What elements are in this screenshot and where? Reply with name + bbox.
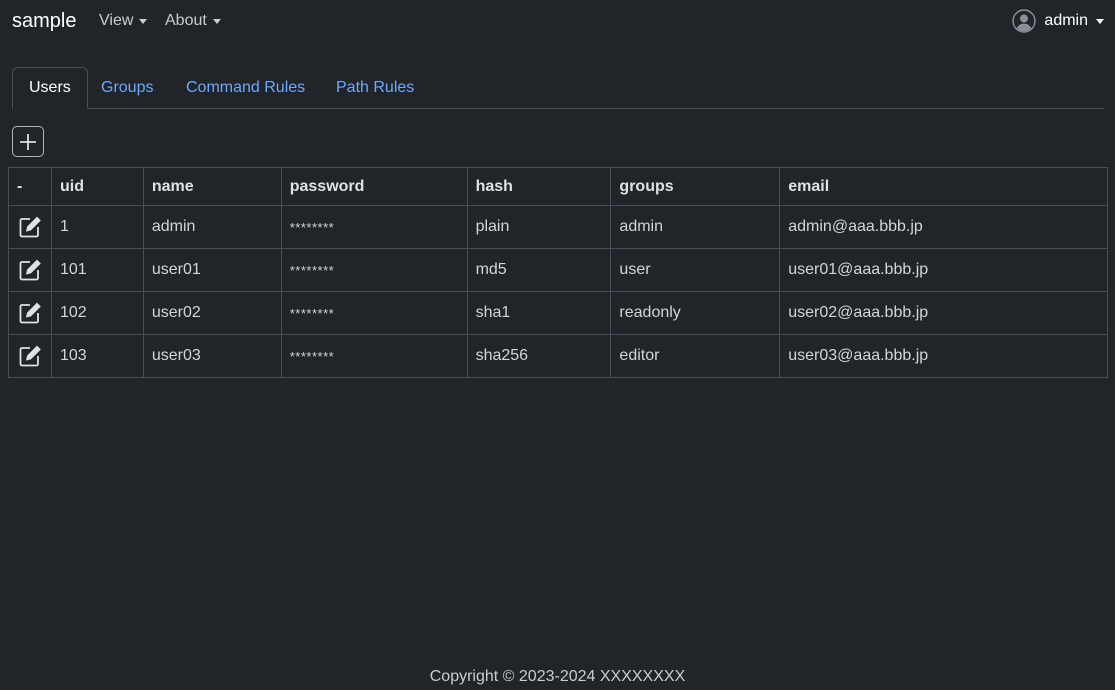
cell-name: user01 [142, 248, 282, 292]
column-header-name[interactable]: name [142, 167, 282, 206]
person-circle-icon [1012, 9, 1037, 33]
table-row: 103 user03 ******** sha256 editor user03… [8, 334, 1108, 378]
edit-cell [8, 205, 52, 249]
pencil-square-icon [19, 302, 41, 324]
caret-down-icon [1096, 18, 1104, 24]
caret-down-icon [139, 18, 148, 24]
brand-title[interactable]: sample [12, 10, 76, 33]
cell-groups: editor [610, 334, 781, 378]
cell-uid: 101 [50, 248, 144, 292]
column-header-email[interactable]: email [779, 167, 1108, 206]
cell-hash: md5 [466, 248, 612, 292]
column-header-groups[interactable]: groups [610, 167, 781, 206]
cell-password: ******** [280, 248, 468, 292]
tab-path-rules[interactable]: Path Rules [320, 67, 430, 109]
cell-email: user03@aaa.bbb.jp [779, 334, 1108, 378]
cell-groups: readonly [610, 291, 781, 335]
user-name: admin [1044, 12, 1088, 29]
column-header-uid[interactable]: uid [50, 167, 144, 206]
menu-view-label: View [99, 12, 134, 29]
table-row: 1 admin ******** plain admin admin@aaa.b… [8, 205, 1108, 249]
edit-user-button[interactable] [17, 300, 43, 326]
column-header-action: - [8, 167, 52, 206]
cell-hash: plain [466, 205, 612, 249]
edit-user-button[interactable] [17, 214, 43, 240]
menu-about-label: About [165, 12, 207, 29]
pencil-square-icon [19, 259, 41, 281]
tab-groups[interactable]: Groups [85, 67, 169, 109]
cell-uid: 103 [50, 334, 144, 378]
column-header-password[interactable]: password [280, 167, 468, 206]
menu-about[interactable]: About [165, 12, 221, 30]
navbar: sample View About admin [0, 0, 1115, 44]
cell-email: user02@aaa.bbb.jp [779, 291, 1108, 335]
plus-icon [20, 133, 36, 150]
edit-user-button[interactable] [17, 257, 43, 283]
cell-password: ******** [280, 205, 468, 249]
cell-name: user02 [142, 291, 282, 335]
user-menu[interactable]: admin [1012, 8, 1104, 34]
table-row: 101 user01 ******** md5 user user01@aaa.… [8, 248, 1108, 292]
cell-password: ******** [280, 334, 468, 378]
add-user-button[interactable] [12, 126, 44, 157]
cell-email: user01@aaa.bbb.jp [779, 248, 1108, 292]
table-row: 102 user02 ******** sha1 readonly user02… [8, 291, 1108, 335]
cell-name: admin [142, 205, 282, 249]
edit-cell [8, 291, 52, 335]
edit-user-button[interactable] [17, 343, 43, 369]
cell-hash: sha1 [466, 291, 612, 335]
pencil-square-icon [19, 345, 41, 367]
cell-password: ******** [280, 291, 468, 335]
tab-bar: Users Groups Command Rules Path Rules [12, 67, 1104, 109]
cell-hash: sha256 [466, 334, 612, 378]
tab-users[interactable]: Users [12, 67, 88, 109]
users-table: - uid name password hash groups email 1 … [8, 167, 1108, 378]
table-header-row: - uid name password hash groups email [8, 167, 1108, 206]
tab-command-rules[interactable]: Command Rules [170, 67, 321, 109]
pencil-square-icon [19, 216, 41, 238]
cell-email: admin@aaa.bbb.jp [779, 205, 1108, 249]
column-header-hash[interactable]: hash [466, 167, 612, 206]
cell-name: user03 [142, 334, 282, 378]
cell-uid: 1 [50, 205, 144, 249]
edit-cell [8, 248, 52, 292]
caret-down-icon [212, 18, 221, 24]
cell-groups: admin [610, 205, 781, 249]
menu-view[interactable]: View [99, 12, 148, 30]
footer-copyright: Copyright © 2023-2024 XXXXXXXX [429, 668, 686, 685]
edit-cell [8, 334, 52, 378]
cell-groups: user [610, 248, 781, 292]
cell-uid: 102 [50, 291, 144, 335]
